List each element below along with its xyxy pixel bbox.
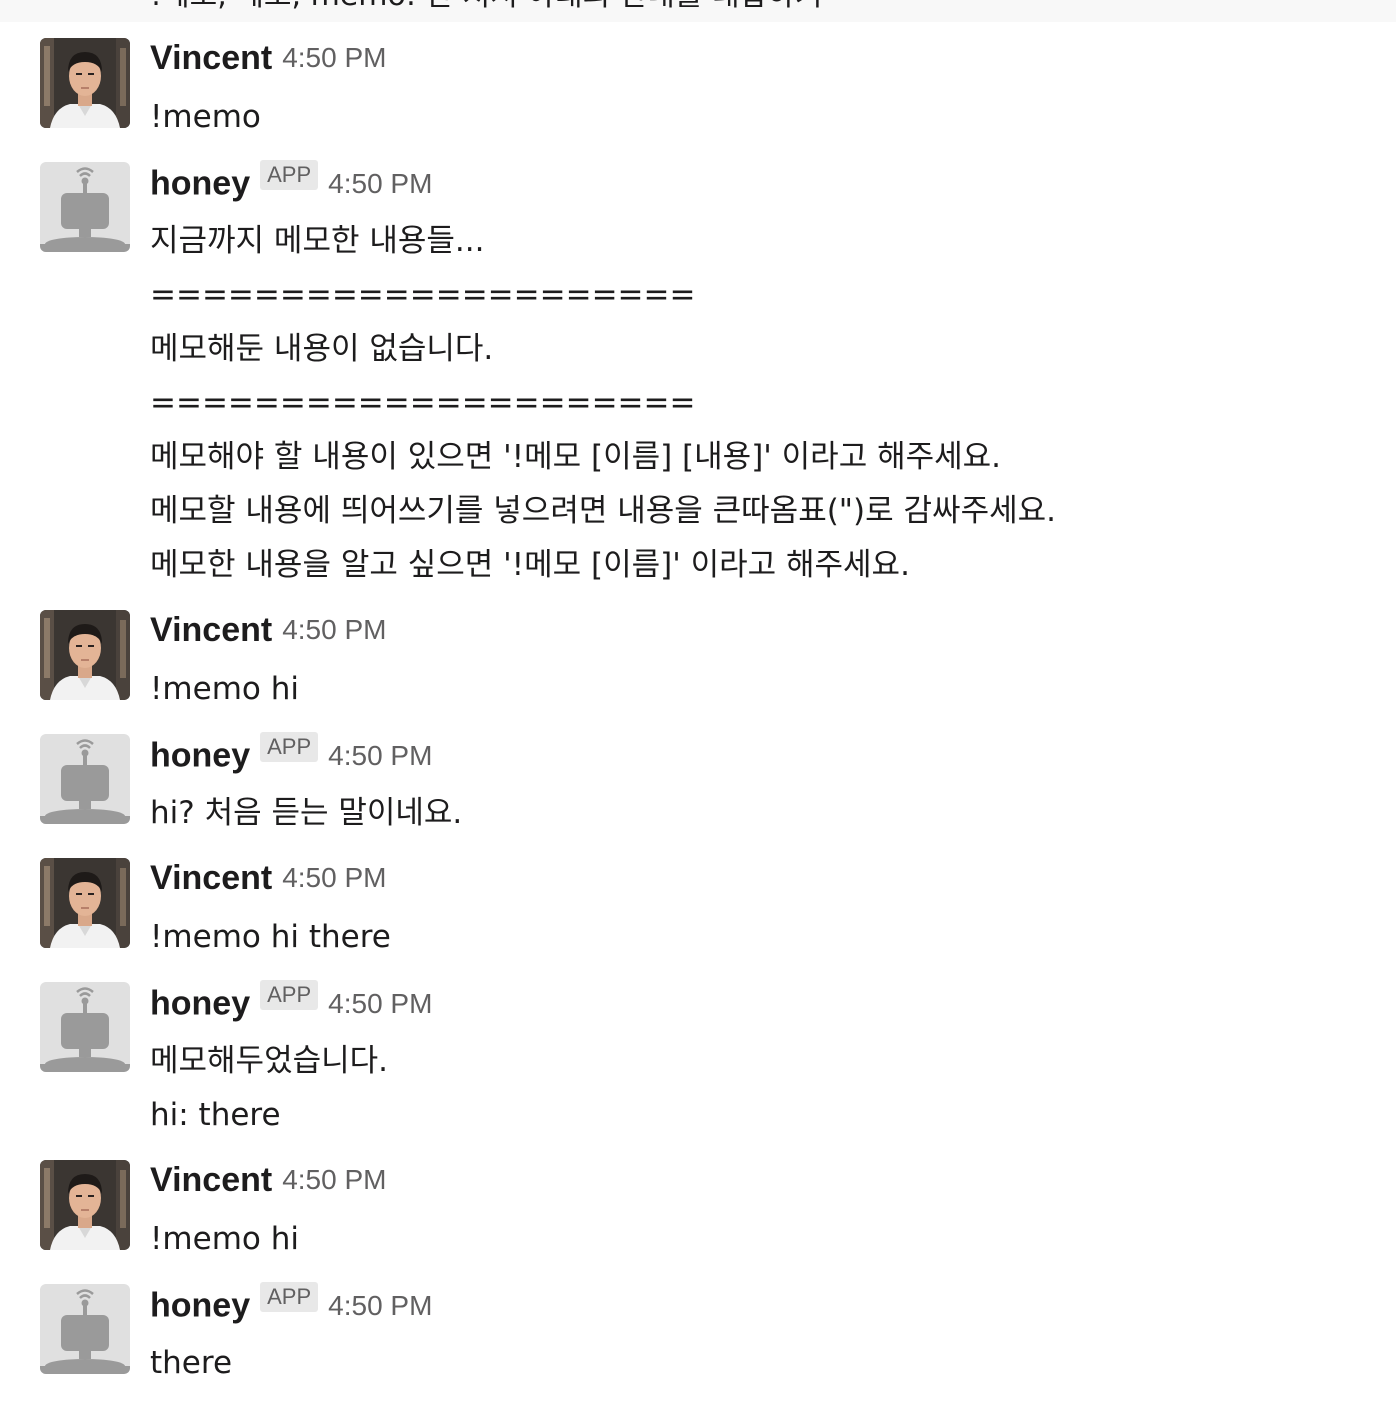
message-body: !memo hi there <box>150 910 391 964</box>
author-name[interactable]: Vincent <box>150 39 272 77</box>
message-header: Vincent 4:50 PM <box>150 608 386 652</box>
message-header: Vincent 4:50 PM <box>150 856 386 900</box>
message-timestamp[interactable]: 4:50 PM <box>328 168 432 199</box>
message-timestamp[interactable]: 4:50 PM <box>328 988 432 1019</box>
message-line: !memo hi <box>150 1221 299 1257</box>
message-line: ===================== <box>150 385 696 421</box>
bot-avatar[interactable] <box>40 734 130 824</box>
message-body: hi? 처음 듣는 말이네요. <box>150 786 462 840</box>
app-badge: APP <box>260 160 319 190</box>
user-avatar-icon <box>40 1160 130 1250</box>
message-body: !memo hi <box>150 662 299 716</box>
previous-message-fragment: !메모, 메모, memo: 만 쳐서 아래의 안내를 대답하기 <box>0 0 1396 22</box>
message-line: 메모해야 할 내용이 있으면 '!메모 [이름] [내용]' 이라고 해주세요. <box>150 439 1002 475</box>
user-avatar[interactable] <box>40 38 130 128</box>
message-timestamp[interactable]: 4:50 PM <box>282 1164 386 1195</box>
user-avatar-icon <box>40 858 130 948</box>
author-name[interactable]: Vincent <box>150 1161 272 1199</box>
message-body: there <box>150 1336 232 1390</box>
message-line: 메모할 내용에 띄어쓰기를 넣으려면 내용을 큰따옴표(")로 감싸주세요. <box>150 493 1056 529</box>
message-timestamp[interactable]: 4:50 PM <box>328 1290 432 1321</box>
message-header: honey APP 4:50 PM <box>150 160 432 204</box>
author-name[interactable]: honey <box>150 165 250 203</box>
app-badge: APP <box>260 980 319 1010</box>
message-timestamp[interactable]: 4:50 PM <box>282 862 386 893</box>
bot-avatar[interactable] <box>40 1284 130 1374</box>
message-body: 메모해두었습니다. hi: there <box>150 1034 388 1142</box>
message-line: !memo <box>150 99 261 135</box>
app-badge: APP <box>260 1282 319 1312</box>
bot-avatar[interactable] <box>40 982 130 1072</box>
user-avatar[interactable] <box>40 1160 130 1250</box>
message-line: there <box>150 1345 233 1381</box>
message-body: !memo hi <box>150 1212 299 1266</box>
author-name[interactable]: Vincent <box>150 859 272 897</box>
user-avatar-icon <box>40 38 130 128</box>
message-line: !memo hi there <box>150 919 391 955</box>
author-name[interactable]: honey <box>150 737 250 775</box>
robot-avatar-icon <box>40 1284 130 1374</box>
author-name[interactable]: honey <box>150 985 250 1023</box>
message-line: hi? 처음 듣는 말이네요. <box>150 795 463 831</box>
message-line: 메모해둔 내용이 없습니다. <box>150 331 494 367</box>
user-avatar[interactable] <box>40 610 130 700</box>
author-name[interactable]: honey <box>150 1287 250 1325</box>
message-header: honey APP 4:50 PM <box>150 732 432 776</box>
message-line: hi: there <box>150 1097 281 1133</box>
message-header: Vincent 4:50 PM <box>150 1158 386 1202</box>
message-line: 메모한 내용을 알고 싶으면 '!메모 [이름]' 이라고 해주세요. <box>150 547 910 583</box>
message-line: !memo hi <box>150 671 299 707</box>
message-timestamp[interactable]: 4:50 PM <box>282 42 386 73</box>
message-line: ===================== <box>150 277 696 313</box>
app-badge: APP <box>260 732 319 762</box>
bot-avatar[interactable] <box>40 162 130 252</box>
message-timestamp[interactable]: 4:50 PM <box>328 740 432 771</box>
author-name[interactable]: Vincent <box>150 611 272 649</box>
message-header: honey APP 4:50 PM <box>150 980 432 1024</box>
message-header: Vincent 4:50 PM <box>150 36 386 80</box>
user-avatar[interactable] <box>40 858 130 948</box>
message-body: !memo <box>150 90 261 144</box>
message-line: 메모해두었습니다. <box>150 1043 389 1079</box>
message-body: 지금까지 메모한 내용들... ===================== 메모해둔… <box>150 214 1056 592</box>
robot-avatar-icon <box>40 162 130 252</box>
previous-message-text: !메모, 메모, memo: 만 쳐서 아래의 안내를 대답하기 <box>150 0 822 14</box>
message-header: honey APP 4:50 PM <box>150 1282 432 1326</box>
robot-avatar-icon <box>40 734 130 824</box>
robot-avatar-icon <box>40 982 130 1072</box>
message-line: 지금까지 메모한 내용들... <box>150 223 485 259</box>
user-avatar-icon <box>40 610 130 700</box>
message-timestamp[interactable]: 4:50 PM <box>282 614 386 645</box>
